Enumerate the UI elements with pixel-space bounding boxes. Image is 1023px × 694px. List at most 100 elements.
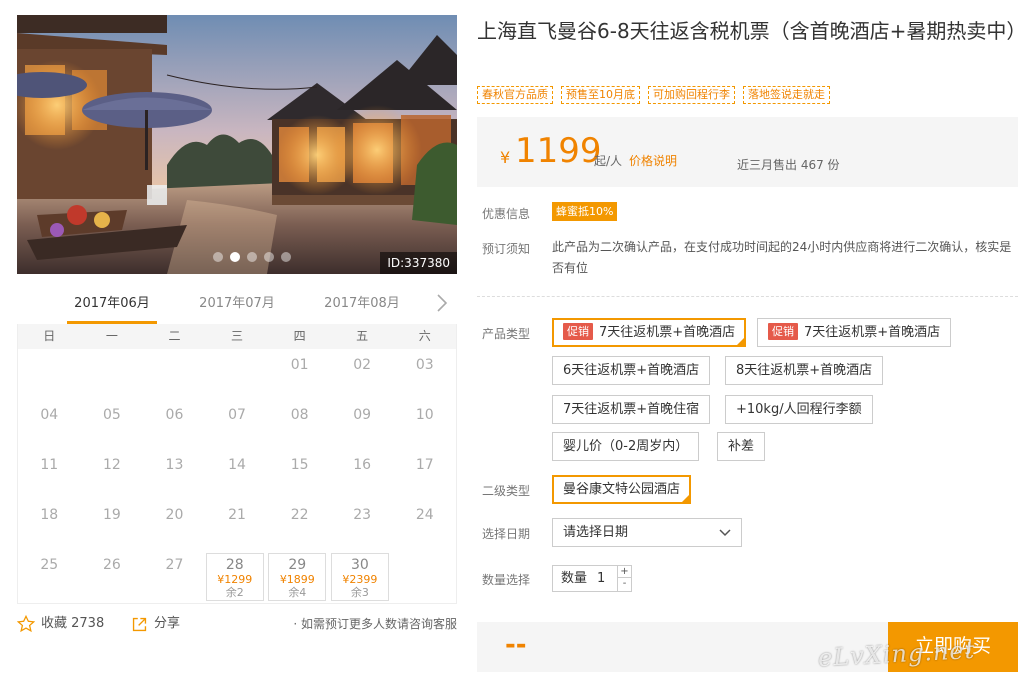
quantity-inner-label: 数量 [561, 571, 588, 586]
share-button[interactable]: 分享 [131, 612, 180, 636]
subtype-label: 二级类型 [482, 484, 531, 498]
carousel-dot[interactable] [230, 252, 240, 262]
feature-tag: 可加购回程行李 [648, 86, 735, 104]
left-footer: 收藏 2738 分享 · 如需预订更多人数请咨询客服 [17, 612, 457, 636]
carousel-dot[interactable] [247, 252, 257, 262]
day-number: 06 [165, 407, 184, 423]
quantity-label: 数量选择 [482, 573, 531, 587]
price-unit: 起/人 [594, 154, 623, 168]
option-7day-stay[interactable]: 7天往返机票+首晚住宿 [552, 395, 711, 424]
calendar-day: 08 [268, 399, 331, 449]
day-number: 24 [415, 507, 434, 523]
date-select[interactable]: 请选择日期 [552, 518, 742, 547]
calendar-day: 13 [143, 449, 206, 499]
day-number: 15 [290, 457, 309, 473]
tab-month-july[interactable]: 2017年07月 [192, 289, 282, 324]
available-date-box[interactable]: 29 ¥1899 余4 [268, 553, 327, 601]
feature-tag: 落地签说走就走 [743, 86, 830, 104]
day-number: 17 [415, 457, 434, 473]
product-type-label: 产品类型 [482, 327, 531, 341]
available-date-box[interactable]: 30 ¥2399 余3 [330, 553, 389, 601]
day-number: 12 [102, 457, 121, 473]
day-remaining: 余3 [350, 586, 369, 599]
calendar-day[interactable]: 29 ¥1899 余4 [268, 549, 331, 601]
day-number: 10 [415, 407, 434, 423]
calendar-day: 17 [393, 449, 456, 499]
chevron-down-icon [719, 529, 731, 537]
option-infant-price[interactable]: 婴儿价（0-2周岁内） [552, 432, 700, 461]
promo-badge: 促销 [768, 323, 798, 340]
option-extra-luggage[interactable]: +10kg/人回程行李额 [725, 395, 873, 424]
weekday-thu: 四 [293, 329, 306, 343]
carousel-dots [213, 252, 291, 262]
favorite-button[interactable]: 收藏 2738 [17, 612, 104, 636]
date-label: 选择日期 [482, 527, 531, 541]
discount-badge: 蜂蜜抵10% [552, 202, 618, 221]
option-price-difference[interactable]: 补差 [717, 432, 766, 461]
calendar-day [206, 349, 269, 399]
day-number: 05 [102, 407, 121, 423]
day-number: 01 [290, 357, 309, 373]
group-booking-note: · 如需预订更多人数请咨询客服 [293, 617, 457, 631]
day-number: 04 [40, 407, 59, 423]
weekday-fri: 五 [356, 329, 369, 343]
quantity-buttons: + - [617, 566, 631, 591]
share-icon [132, 617, 147, 631]
calendar-day: 09 [331, 399, 394, 449]
day-price: ¥1299 [217, 573, 253, 586]
day-number [81, 349, 144, 357]
calendar-day: 02 [331, 349, 394, 399]
quantity-increment-button[interactable]: + [618, 566, 631, 578]
option-7day-hotel-promo-2[interactable]: 促销 7天往返机票+首晚酒店 [757, 318, 952, 347]
weekday-tue: 二 [168, 329, 181, 343]
calendar-day: 01 [268, 349, 331, 399]
calendar-day: 11 [18, 449, 81, 499]
price-explanation-link[interactable]: 价格说明 [629, 152, 677, 169]
day-number: 11 [40, 457, 59, 473]
hero-image[interactable]: ID:337380 [17, 15, 457, 274]
weekday-sun: 日 [43, 329, 56, 343]
quantity-input[interactable]: 1 [597, 566, 605, 591]
calendar-day: 15 [268, 449, 331, 499]
price-calendar: 日 一 二 三 四 五 六 01 02 03 04 05 06 07 08 09 10 11 12 13… [17, 324, 457, 604]
calendar-day[interactable]: 28 ¥1299 余2 [205, 549, 269, 601]
star-icon [17, 615, 35, 633]
available-date-box[interactable]: 28 ¥1299 余2 [205, 553, 264, 601]
day-number [143, 349, 206, 357]
day-number: 29 [288, 557, 307, 573]
chevron-right-icon[interactable] [435, 293, 449, 313]
carousel-dot[interactable] [281, 252, 291, 262]
day-number: 02 [353, 357, 372, 373]
calendar-day: 18 [18, 499, 81, 549]
calendar-day: 20 [143, 499, 206, 549]
day-number: 26 [102, 557, 121, 573]
calendar-week: 18 19 20 21 22 23 24 [18, 499, 456, 549]
weekday-sat: 六 [418, 329, 431, 343]
calendar-day: 04 [18, 399, 81, 449]
day-number: 28 [225, 557, 244, 573]
option-7day-hotel-promo[interactable]: 促销 7天往返机票+首晚酒店 [552, 318, 747, 347]
day-number: 21 [228, 507, 246, 523]
day-number: 22 [290, 507, 309, 523]
share-label: 分享 [154, 616, 181, 631]
option-6day-hotel[interactable]: 6天往返机票+首晚酒店 [552, 356, 711, 385]
sold-count: 近三月售出 467 份 [737, 158, 840, 172]
weekday-wed: 三 [231, 329, 244, 343]
carousel-dot[interactable] [264, 252, 274, 262]
tab-month-june[interactable]: 2017年06月 [67, 289, 157, 324]
quantity-decrement-button[interactable]: - [618, 578, 631, 590]
calendar-day: 14 [206, 449, 269, 499]
calendar-day[interactable]: 30 ¥2399 余3 [330, 549, 394, 601]
calendar-week: 11 12 13 14 15 16 17 [18, 449, 456, 499]
discount-label: 优惠信息 [482, 207, 531, 221]
favorite-label: 收藏 2738 [41, 616, 105, 631]
carousel-dot[interactable] [213, 252, 223, 262]
feature-tag: 春秋官方品质 [477, 86, 553, 104]
floating-market-photo [17, 15, 457, 274]
tab-month-august[interactable]: 2017年08月 [317, 289, 407, 324]
calendar-day [393, 549, 456, 599]
option-8day-hotel[interactable]: 8天往返机票+首晚酒店 [725, 356, 884, 385]
option-hotel-subtype[interactable]: 曼谷康文特公园酒店 [552, 475, 692, 504]
calendar-day: 26 [81, 549, 144, 599]
divider [477, 296, 1018, 297]
